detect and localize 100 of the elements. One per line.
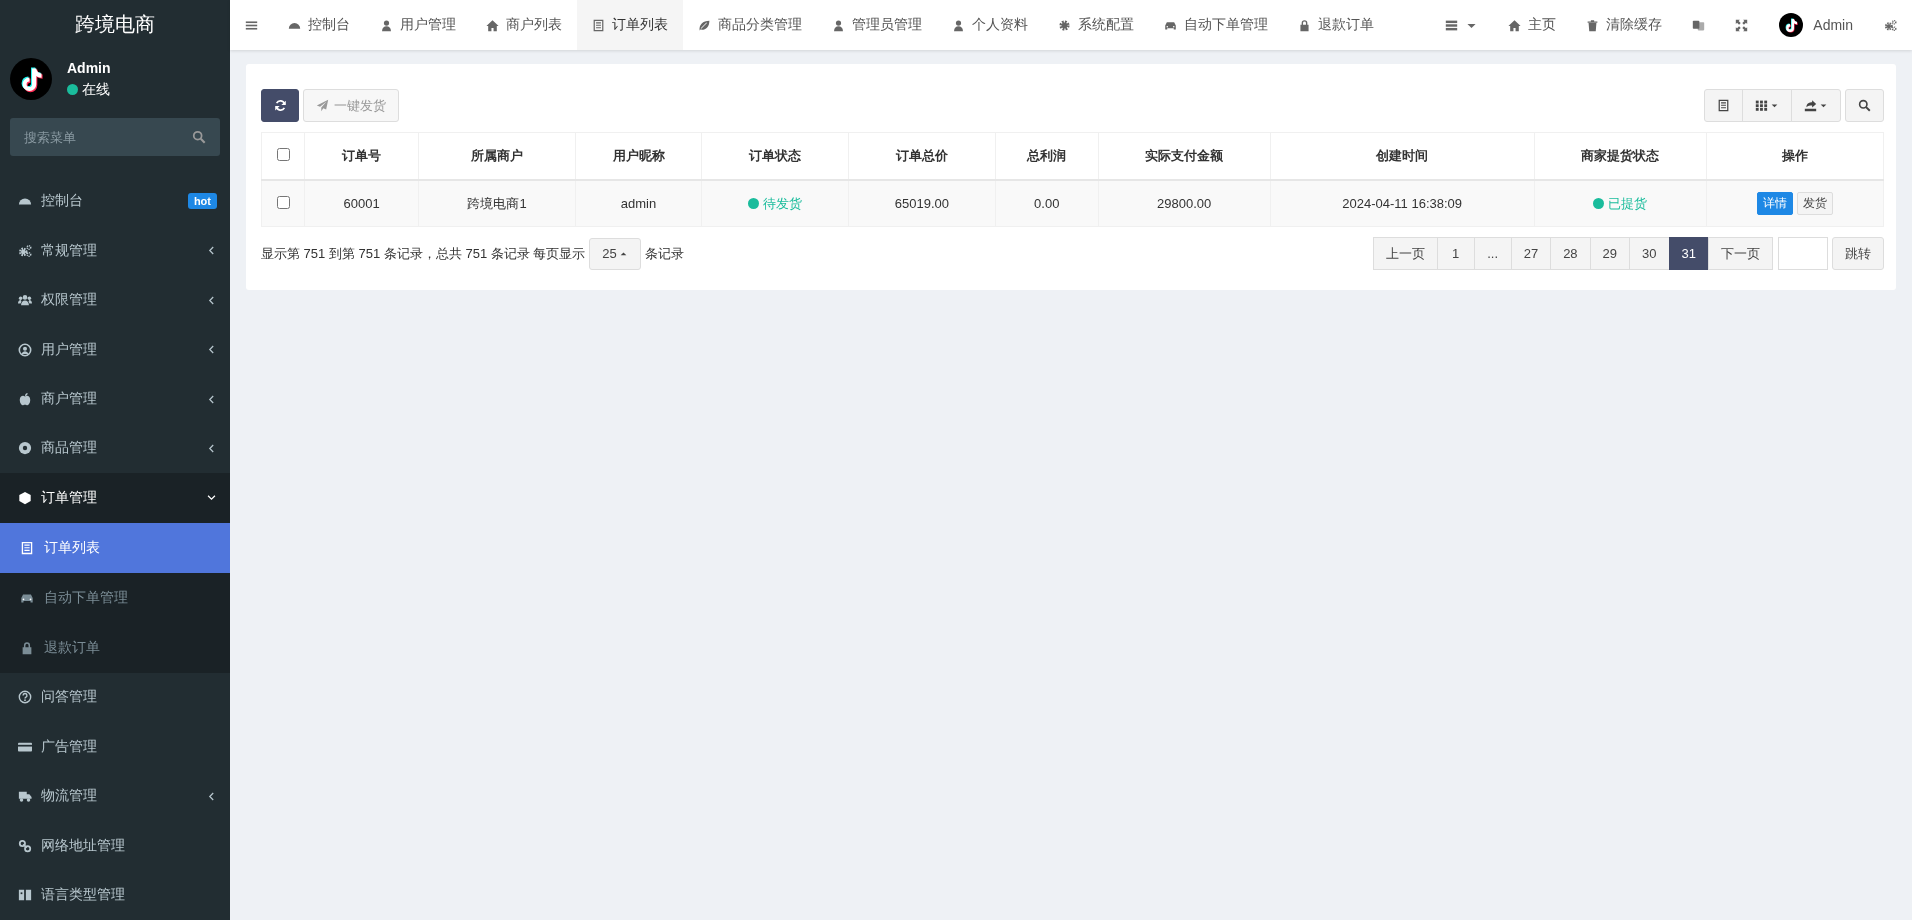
document-icon [1717, 99, 1730, 112]
nav-tab[interactable]: 退款订单 [1283, 0, 1389, 50]
jump-button[interactable]: 跳转 [1832, 237, 1884, 270]
nav-tab[interactable]: 用户管理 [365, 0, 471, 50]
avatar-icon [10, 58, 52, 101]
nav-tab[interactable]: 商品分类管理 [683, 0, 817, 50]
search-icon [192, 130, 206, 145]
caret-down-icon [1819, 101, 1828, 110]
nav-tab[interactable]: 管理员管理 [817, 0, 937, 50]
page-button[interactable]: 1 [1436, 237, 1475, 270]
menu-item[interactable]: 广告管理 [0, 722, 230, 772]
circle-icon [18, 441, 32, 456]
chevron-left-icon [206, 790, 217, 802]
page-button[interactable]: 27 [1510, 237, 1552, 270]
chevron-left-icon [206, 245, 217, 257]
search-icon [1858, 99, 1871, 112]
cube-icon [18, 490, 32, 505]
page-button[interactable]: 30 [1629, 237, 1670, 270]
table-cell: 60001 [304, 180, 419, 227]
page-size-select[interactable]: 25 [589, 237, 641, 270]
menu-item[interactable]: 用户管理 [0, 324, 230, 375]
leaf-icon [698, 18, 711, 32]
details-button[interactable]: 详情 [1757, 192, 1794, 215]
chevron-left-icon [206, 442, 217, 454]
menu-item[interactable]: 网络地址管理 [0, 821, 230, 871]
export-button[interactable] [1791, 89, 1841, 122]
menu-item[interactable]: 控制台 hot [0, 176, 230, 226]
apple-icon [18, 392, 32, 406]
submenu-item[interactable]: 订单列表 [0, 522, 230, 573]
book-icon [18, 888, 32, 903]
users-icon [18, 293, 32, 308]
home-icon [1508, 18, 1522, 32]
table-cell: 跨境电商1 [418, 180, 576, 227]
page-button[interactable]: 下一页 [1708, 237, 1773, 270]
avatar-icon [1779, 13, 1804, 37]
grid-icon [1755, 99, 1768, 112]
truck-icon [18, 789, 32, 804]
user-icon [380, 18, 393, 32]
menu-item[interactable]: 订单管理 [0, 473, 230, 523]
export-icon [1804, 99, 1817, 112]
user-circle-icon [18, 342, 32, 357]
table-cell: admin [575, 180, 702, 227]
link-icon [18, 838, 32, 853]
menu-item[interactable]: 问答管理 [0, 672, 230, 723]
table-cell: 29800.00 [1098, 180, 1271, 227]
menu-item[interactable]: 商户管理 [0, 374, 230, 424]
page-button[interactable]: 29 [1589, 237, 1631, 270]
select-all-checkbox[interactable] [276, 148, 290, 161]
question-icon [18, 690, 32, 705]
caret-down-icon [1770, 101, 1779, 110]
columns-button[interactable] [1742, 89, 1792, 122]
pickup-status: 已提货 [1608, 194, 1648, 213]
user-name: Admin [67, 60, 111, 76]
paper-plane-icon [316, 99, 329, 112]
menu-item[interactable]: 物流管理 [0, 771, 230, 821]
nav-tab[interactable]: 控制台 [273, 0, 365, 50]
search-field[interactable]: 搜索菜单 [10, 118, 220, 157]
user-icon [832, 18, 845, 32]
clear-cache-button[interactable]: 清除缓存 [1571, 0, 1678, 50]
hot-badge: hot [187, 193, 217, 210]
document-icon [592, 18, 605, 32]
search-button[interactable] [1845, 89, 1884, 122]
home-link[interactable]: 主页 [1493, 0, 1572, 50]
nav-tab[interactable]: 系统配置 [1043, 0, 1149, 50]
page-button[interactable]: ... [1473, 237, 1512, 270]
menu-item[interactable]: 常规管理 [0, 225, 230, 276]
menu-item[interactable]: 商品管理 [0, 423, 230, 474]
chevron-left-icon [206, 393, 217, 405]
row-checkbox[interactable] [276, 195, 290, 209]
user-menu[interactable]: Admin [1763, 0, 1869, 50]
translate-icon [1692, 18, 1706, 32]
document-icon [20, 540, 34, 555]
submenu-item[interactable]: 退款订单 [0, 622, 230, 673]
nav-tab[interactable]: 个人资料 [937, 0, 1043, 50]
refresh-button[interactable] [261, 89, 299, 122]
nav-tab[interactable]: 自动下单管理 [1149, 0, 1283, 50]
page-button[interactable]: 28 [1550, 237, 1591, 270]
page-button[interactable]: 31 [1668, 237, 1709, 270]
ship-action-button[interactable]: 发货 [1796, 192, 1833, 215]
home-icon [486, 18, 499, 32]
lock-icon [1298, 18, 1311, 32]
page-input[interactable] [1778, 237, 1828, 270]
pagination-summary: 显示第 751 到第 751 条记录，总共 751 条记录 每页显示 [261, 244, 586, 263]
chevron-left-icon [206, 294, 217, 306]
gears-icon [1884, 18, 1897, 32]
menu-icon [245, 18, 258, 32]
table-cell: 0.00 [995, 180, 1099, 227]
nav-tab[interactable]: 订单列表 [577, 0, 683, 50]
toggle-view-button[interactable] [1704, 89, 1743, 122]
menu-item[interactable]: 权限管理 [0, 275, 230, 325]
page-button[interactable]: 上一页 [1372, 237, 1438, 270]
submenu-item[interactable]: 自动下单管理 [0, 572, 230, 623]
order-status: 待发货 [762, 194, 802, 213]
table-cell: 2024-04-11 16:38:09 [1270, 180, 1535, 227]
list-icon [1445, 18, 1459, 32]
expand-icon [1735, 18, 1749, 32]
menu-item[interactable]: 语言类型管理 [0, 870, 230, 920]
user-status: 在线 [82, 81, 110, 99]
table-cell: 65019.00 [848, 180, 996, 227]
nav-tab[interactable]: 商户列表 [471, 0, 577, 50]
